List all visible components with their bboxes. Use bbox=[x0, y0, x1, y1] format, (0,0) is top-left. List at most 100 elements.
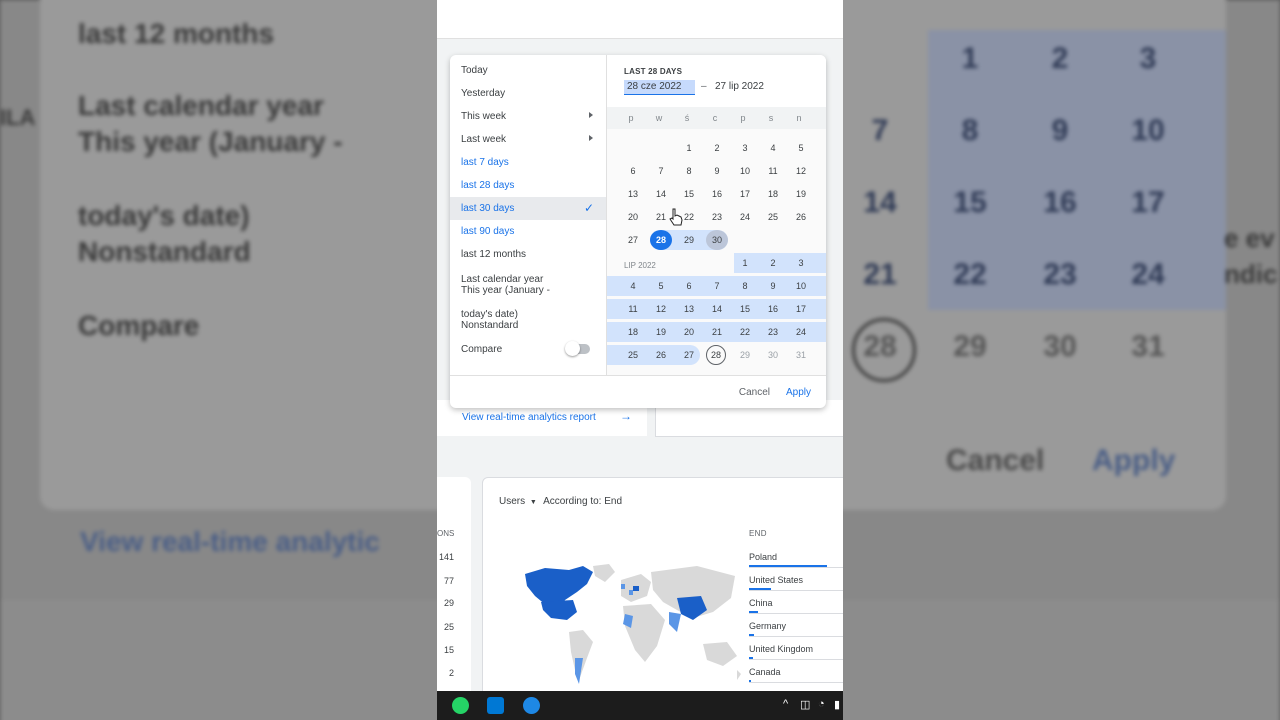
bg-text-4: today's date) bbox=[78, 200, 250, 231]
calendar-day[interactable]: 3 bbox=[734, 138, 756, 158]
start-date-input[interactable]: 28 cze 2022 bbox=[624, 80, 695, 95]
apply-button[interactable]: Apply bbox=[786, 387, 811, 398]
preset-item[interactable]: This week bbox=[450, 105, 606, 128]
calendar-day[interactable]: 12 bbox=[790, 161, 812, 181]
calendar-day[interactable]: 10 bbox=[790, 276, 812, 296]
metric-dropdown[interactable]: Users bbox=[499, 496, 525, 507]
calendar-day[interactable]: 27 bbox=[678, 345, 700, 365]
calendar-day[interactable]: 16 bbox=[706, 184, 728, 204]
bg-calendar-number: 14 bbox=[863, 186, 897, 219]
calendar-day[interactable]: 17 bbox=[734, 184, 756, 204]
calendar-day[interactable]: 20 bbox=[622, 207, 644, 227]
preset-item[interactable]: last 30 days ✓ bbox=[450, 197, 606, 220]
weekday-label: c bbox=[712, 113, 718, 123]
calendar-day[interactable]: 9 bbox=[762, 276, 784, 296]
bg-text-6: Compare bbox=[78, 310, 200, 341]
preset-item[interactable]: last 28 days bbox=[450, 174, 606, 197]
calendar-day[interactable]: 2 bbox=[762, 253, 784, 273]
calendar-day[interactable]: 6 bbox=[678, 276, 700, 296]
calendar-day[interactable]: 1 bbox=[678, 138, 700, 158]
calendar-day[interactable]: 12 bbox=[650, 299, 672, 319]
calendar-day[interactable]: 13 bbox=[678, 299, 700, 319]
meet-icon[interactable]: ◫ bbox=[800, 698, 810, 711]
calendar-day[interactable]: 24 bbox=[734, 207, 756, 227]
calendar-day[interactable]: 14 bbox=[706, 299, 728, 319]
calendar-day[interactable]: 31 bbox=[790, 345, 812, 365]
vscode-icon[interactable] bbox=[487, 697, 504, 714]
calendar-day[interactable]: 5 bbox=[790, 138, 812, 158]
whatsapp-icon[interactable] bbox=[452, 697, 469, 714]
calendar-day[interactable]: 2 bbox=[706, 138, 728, 158]
preset-item[interactable]: Yesterday bbox=[450, 82, 606, 105]
calendar-day[interactable]: 29 bbox=[734, 345, 756, 365]
calendar-day[interactable]: 25 bbox=[762, 207, 784, 227]
calendar-day[interactable]: 18 bbox=[622, 322, 644, 342]
preset-item[interactable]: last 90 days bbox=[450, 220, 606, 243]
calendar-day[interactable]: 24 bbox=[790, 322, 812, 342]
calendar-day[interactable]: 20 bbox=[678, 322, 700, 342]
country-name[interactable]: Canada bbox=[749, 667, 781, 677]
calendar-day[interactable]: 8 bbox=[678, 161, 700, 181]
calendar-day[interactable]: 15 bbox=[734, 299, 756, 319]
chat-icon[interactable] bbox=[523, 697, 540, 714]
calendar-day[interactable]: 7 bbox=[706, 276, 728, 296]
battery-icon[interactable]: ▮ bbox=[834, 698, 840, 711]
calendar-day[interactable]: 14 bbox=[650, 184, 672, 204]
calendar-day[interactable]: 11 bbox=[762, 161, 784, 181]
calendar-day[interactable]: 5 bbox=[650, 276, 672, 296]
calendar-day[interactable]: 4 bbox=[762, 138, 784, 158]
country-name[interactable]: Poland bbox=[749, 552, 777, 562]
calendar-day[interactable]: 17 bbox=[790, 299, 812, 319]
calendar-day[interactable]: 11 bbox=[622, 299, 644, 319]
calendar-day[interactable]: 3 bbox=[790, 253, 812, 273]
calendar-day[interactable]: 27 bbox=[622, 230, 644, 250]
country-share-bar bbox=[749, 657, 753, 659]
calendar-day[interactable]: 15 bbox=[678, 184, 700, 204]
calendar-day[interactable]: 4 bbox=[622, 276, 644, 296]
calendar-day[interactable]: 6 bbox=[622, 161, 644, 181]
realtime-report-link[interactable]: View real-time analytics report bbox=[462, 412, 596, 423]
calendar-day[interactable]: 23 bbox=[706, 207, 728, 227]
country-name[interactable]: United States bbox=[749, 575, 803, 585]
calendar-day[interactable]: 13 bbox=[622, 184, 644, 204]
calendar-day[interactable]: 26 bbox=[650, 345, 672, 365]
preset-item[interactable]: last 7 days bbox=[450, 151, 606, 174]
preset-item[interactable]: Last week bbox=[450, 128, 606, 151]
map-usa bbox=[541, 600, 577, 620]
cancel-button[interactable]: Cancel bbox=[739, 387, 770, 398]
preset-item[interactable]: last 12 months bbox=[450, 243, 606, 266]
map-card-title[interactable]: Users ▼ According to: End bbox=[499, 496, 622, 507]
chevron-right-icon bbox=[589, 112, 593, 118]
calendar-day[interactable]: 19 bbox=[790, 184, 812, 204]
calendar-day[interactable]: 28 bbox=[650, 230, 672, 250]
calendar-day[interactable]: 9 bbox=[706, 161, 728, 181]
calendar-day[interactable]: 30 bbox=[762, 345, 784, 365]
calendar-day[interactable]: 18 bbox=[762, 184, 784, 204]
calendar-day[interactable]: 22 bbox=[734, 322, 756, 342]
weekday-label: p bbox=[740, 113, 746, 123]
calendar-day[interactable]: 23 bbox=[762, 322, 784, 342]
session-value: 15 bbox=[443, 645, 454, 655]
calendar-day[interactable]: 16 bbox=[762, 299, 784, 319]
calendar-day[interactable]: 29 bbox=[678, 230, 700, 250]
calendar-day[interactable]: 19 bbox=[650, 322, 672, 342]
calendar-day[interactable]: 25 bbox=[622, 345, 644, 365]
calendar-day[interactable]: 21 bbox=[706, 322, 728, 342]
calendar-day[interactable]: 8 bbox=[734, 276, 756, 296]
country-name[interactable]: Germany bbox=[749, 621, 786, 631]
preset-last-calendar-year[interactable]: Last calendar year This year (January - bbox=[461, 274, 550, 296]
calendar-day[interactable]: 28 bbox=[706, 345, 726, 365]
calendar-day[interactable]: 10 bbox=[734, 161, 756, 181]
country-name[interactable]: United Kingdom bbox=[749, 644, 813, 654]
end-date-input[interactable]: 27 lip 2022 bbox=[715, 81, 764, 92]
country-name[interactable]: China bbox=[749, 598, 773, 608]
calendar-day[interactable]: 26 bbox=[790, 207, 812, 227]
calendar-day[interactable]: 1 bbox=[734, 253, 756, 273]
preset-item[interactable]: Today bbox=[450, 59, 606, 82]
preset-this-year[interactable]: today's date) Nonstandard bbox=[461, 309, 518, 331]
wifi-icon[interactable]: ◔ bbox=[818, 698, 825, 710]
compare-toggle-knob[interactable] bbox=[565, 341, 580, 356]
calendar-day[interactable]: 7 bbox=[650, 161, 672, 181]
chevron-up-icon[interactable]: ^ bbox=[783, 698, 788, 710]
calendar-day[interactable]: 30 bbox=[706, 230, 728, 250]
